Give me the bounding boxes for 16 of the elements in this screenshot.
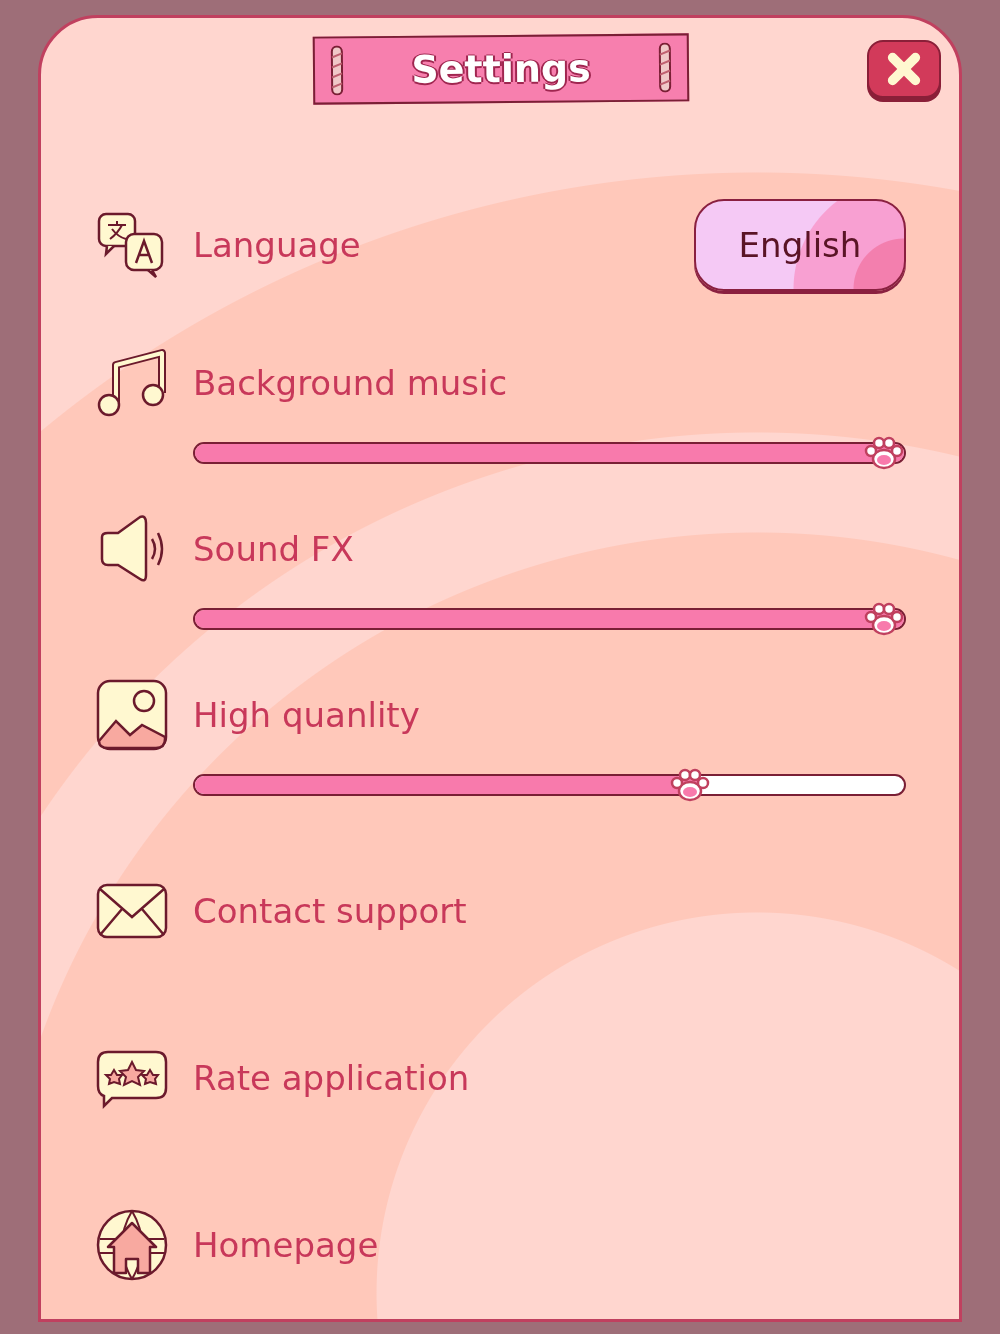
language-button[interactable]: English [694, 199, 906, 291]
globe-house-icon [96, 1209, 168, 1281]
close-icon [885, 50, 923, 88]
setting-label: Homepage [193, 1225, 379, 1265]
setting-label: High quanlity [193, 695, 420, 735]
music-note-icon [96, 347, 168, 419]
setting-label: Rate application [193, 1058, 470, 1098]
setting-label: Contact support [193, 891, 467, 931]
settings-title: Settings [411, 46, 591, 92]
image-icon [96, 679, 168, 751]
slider-track[interactable] [193, 774, 906, 796]
setting-label: Background music [193, 363, 508, 403]
setting-label: Sound FX [193, 529, 354, 569]
setting-label: Language [193, 225, 361, 265]
rope-icon [656, 42, 674, 93]
rope-icon [328, 45, 346, 96]
